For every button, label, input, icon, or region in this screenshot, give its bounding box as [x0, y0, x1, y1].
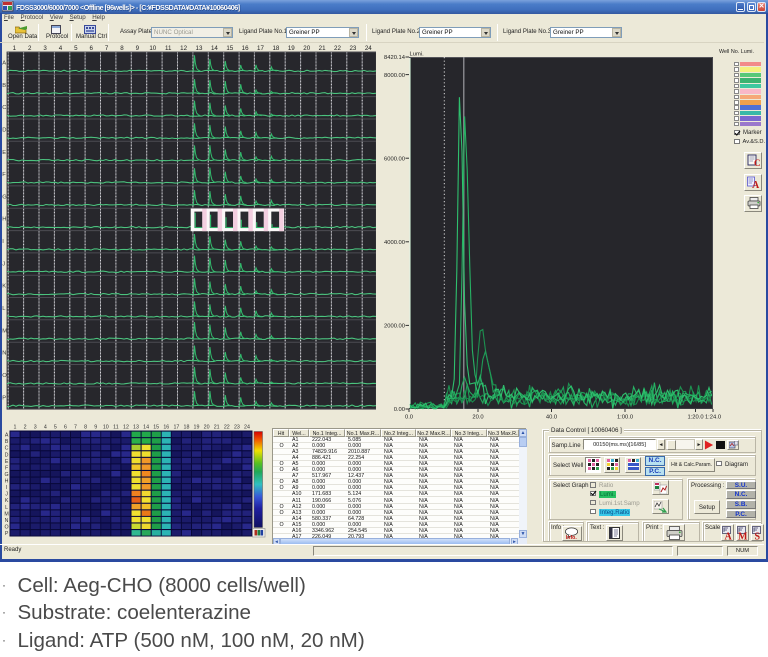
svg-text:6000.00: 6000.00	[384, 156, 405, 162]
svg-text:20.0: 20.0	[472, 415, 483, 421]
svg-text:H: H	[2, 217, 6, 223]
svg-text:16: 16	[163, 425, 169, 431]
svg-text:M: M	[4, 511, 8, 517]
svg-text:K: K	[2, 284, 6, 290]
svg-text:1: 1	[13, 45, 17, 52]
svg-text:5: 5	[74, 45, 78, 52]
svg-text:17: 17	[257, 45, 264, 52]
svg-text:11: 11	[113, 425, 119, 431]
svg-text:J: J	[5, 492, 8, 498]
svg-text:14: 14	[143, 425, 149, 431]
svg-text:O: O	[2, 373, 7, 379]
svg-text:8: 8	[84, 425, 87, 431]
svg-text:B: B	[2, 83, 6, 89]
svg-text:1: 1	[14, 425, 17, 431]
svg-text:19: 19	[194, 425, 200, 431]
svg-text:40.0: 40.0	[546, 415, 557, 421]
svg-text:P: P	[2, 395, 6, 401]
svg-text:18: 18	[184, 425, 190, 431]
svg-text:2: 2	[28, 45, 32, 52]
svg-text:K: K	[5, 498, 9, 504]
svg-text:M: M	[2, 328, 7, 334]
svg-text:15: 15	[153, 425, 159, 431]
svg-text:C: C	[754, 158, 760, 167]
svg-text:0.0: 0.0	[405, 415, 413, 421]
svg-text:A: A	[752, 180, 760, 189]
svg-text:22: 22	[224, 425, 230, 431]
svg-text:M: M	[738, 531, 748, 540]
svg-text:20: 20	[303, 45, 310, 52]
svg-text:15: 15	[226, 45, 233, 52]
svg-text:H: H	[5, 479, 9, 485]
svg-text:10: 10	[149, 45, 156, 52]
svg-text:16: 16	[242, 45, 249, 52]
svg-text:0.00: 0.00	[394, 407, 405, 413]
svg-text:4000.00: 4000.00	[384, 240, 405, 246]
svg-text:3: 3	[43, 45, 47, 52]
svg-text:23: 23	[234, 425, 240, 431]
svg-text:P: P	[5, 531, 9, 537]
svg-text:A: A	[725, 531, 733, 540]
svg-text:4: 4	[59, 45, 63, 52]
svg-text:1:00.0: 1:00.0	[617, 415, 633, 421]
svg-text:J: J	[2, 261, 5, 267]
svg-text:3: 3	[34, 425, 37, 431]
svg-text:10: 10	[103, 425, 109, 431]
svg-text:I: I	[6, 485, 7, 491]
svg-text:12: 12	[180, 45, 187, 52]
svg-text:6: 6	[64, 425, 67, 431]
svg-text:B: B	[5, 439, 9, 445]
svg-text:2: 2	[24, 425, 27, 431]
svg-text:7: 7	[74, 425, 77, 431]
svg-text:L: L	[2, 306, 6, 312]
svg-text:17: 17	[173, 425, 179, 431]
svg-text:21: 21	[214, 425, 220, 431]
svg-text:D: D	[5, 452, 9, 458]
svg-text:I: I	[2, 239, 4, 245]
svg-text:24: 24	[244, 425, 250, 431]
svg-text:6: 6	[89, 45, 93, 52]
svg-text:14: 14	[211, 45, 218, 52]
svg-text:C: C	[2, 105, 6, 111]
svg-text:22: 22	[334, 45, 341, 52]
svg-text:N: N	[2, 351, 6, 357]
svg-text:Info.: Info.	[566, 535, 577, 540]
svg-text:8000.00: 8000.00	[384, 73, 405, 79]
svg-text:L: L	[5, 505, 8, 511]
svg-text:13: 13	[133, 425, 139, 431]
svg-text:O: O	[5, 525, 9, 531]
svg-text:A: A	[2, 61, 6, 67]
svg-text:11: 11	[165, 45, 172, 52]
svg-text:S: S	[755, 531, 761, 540]
svg-text:1:20.0: 1:20.0	[687, 415, 703, 421]
svg-text:19: 19	[288, 45, 295, 52]
svg-text:E: E	[2, 150, 6, 156]
svg-text:21: 21	[319, 45, 326, 52]
svg-text:18: 18	[272, 45, 279, 52]
svg-text:G: G	[2, 194, 7, 200]
svg-text:8420.14: 8420.14	[384, 55, 406, 61]
svg-text:E: E	[5, 459, 9, 465]
svg-text:7: 7	[105, 45, 109, 52]
svg-text:8: 8	[120, 45, 124, 52]
svg-text:12: 12	[123, 425, 129, 431]
svg-text:5: 5	[54, 425, 57, 431]
svg-text:2000.00: 2000.00	[384, 324, 405, 330]
svg-text:D: D	[2, 128, 6, 134]
svg-text:20: 20	[204, 425, 210, 431]
svg-text:24: 24	[365, 45, 372, 52]
svg-text:9: 9	[136, 45, 140, 52]
svg-text:N: N	[5, 518, 9, 524]
svg-text:F: F	[2, 172, 6, 178]
svg-text:A: A	[5, 433, 9, 439]
svg-text:F: F	[5, 465, 9, 471]
svg-text:4: 4	[44, 425, 47, 431]
svg-text:23: 23	[349, 45, 356, 52]
svg-text:C: C	[5, 446, 9, 452]
svg-text:1:24.0: 1:24.0	[705, 415, 721, 421]
svg-text:9: 9	[94, 425, 97, 431]
svg-text:G: G	[5, 472, 9, 478]
svg-text:Lumi.: Lumi.	[410, 52, 425, 58]
svg-text:13: 13	[196, 45, 203, 52]
